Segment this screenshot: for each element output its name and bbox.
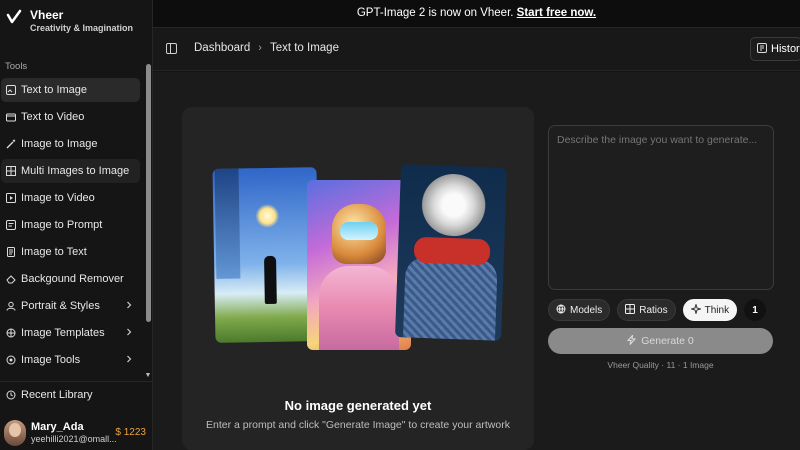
preview-card: No image generated yet Enter a prompt an… [182,107,534,450]
page-header: Dashboard › Text to Image History [153,27,800,71]
sidebar-item-text-to-image[interactable]: Text to Image [1,78,140,102]
breadcrumb-current: Text to Image [269,42,339,54]
sidebar-scrollbar[interactable]: ▼ [144,62,152,380]
user-name: Mary_Ada [31,421,84,433]
sidebar-toggle-icon[interactable] [166,43,177,54]
banner-text: GPT-Image 2 is now on Vheer. [356,7,517,19]
sample-image-bouquet [395,164,507,341]
chevron-right-icon [124,300,134,310]
ratio-grid-icon [625,303,636,317]
sidebar-item-portrait-styles[interactable]: Portrait & Styles [1,294,140,318]
ratios-label: Ratios [639,304,668,316]
user-profile[interactable]: Mary_Ada yeehilli2021@omall... $ 1223 [4,419,152,447]
start-free-link[interactable]: Start free now. [517,7,596,19]
breadcrumb-dashboard[interactable]: Dashboard [194,42,250,54]
sidebar-divider [0,381,153,382]
vheer-logo-icon [6,9,24,31]
avatar [4,420,26,446]
sidebar-item-image-templates[interactable]: Image Templates [1,321,140,345]
sidebar-item-text-to-video[interactable]: Text to Video [1,105,140,129]
think-label: Think [704,304,730,316]
sidebar-item-label: Image Tools [21,354,81,366]
sidebar-item-image-to-text[interactable]: Image to Text [1,240,140,264]
brand[interactable]: Vheer Creativity & Imagination [6,9,133,34]
history-label: History [771,43,800,55]
sidebar-item-label: Image to Image [21,138,98,150]
tools-icon [6,355,16,365]
tools-section-label: Tools [5,61,28,72]
options-row: Models Ratios Think 1 [548,299,767,321]
credits-badge: $ 1223 [115,427,146,438]
chevron-right-icon [124,327,134,337]
template-icon [6,328,16,338]
globe-icon [556,304,566,317]
sidebar-item-label: Image to Prompt [21,219,103,231]
generate-button[interactable]: Generate 0 [548,328,773,354]
quality-info: Vheer Quality · 11 · 1 Image [607,360,714,370]
sidebar: Vheer Creativity & Imagination Tools Tex… [0,0,153,450]
recent-library-label: Recent Library [21,389,93,401]
magic-wand-icon [6,139,16,149]
ratios-button[interactable]: Ratios [617,299,676,321]
sparkle-icon [689,302,702,317]
sidebar-item-label: Portrait & Styles [21,300,100,312]
scrollbar-thumb[interactable] [146,64,151,322]
film-icon [6,193,16,203]
image-count-selector[interactable]: 1 [744,299,767,321]
main-content: No image generated yet Enter a prompt an… [153,72,800,450]
tools-nav: Text to Image Text to Video Image to Ima… [0,78,140,375]
prompt-icon [6,220,16,230]
history-icon [757,42,767,56]
document-icon [6,247,16,257]
eraser-icon [6,274,16,284]
lightning-icon [627,333,637,348]
user-email: yeehilli2021@omall... [31,434,117,444]
chevron-right-icon [124,354,134,364]
recent-library-link[interactable]: Recent Library [6,389,93,401]
scroll-down-arrow-icon[interactable]: ▼ [144,372,152,380]
sidebar-item-label: Image to Video [21,192,95,204]
empty-state-title: No image generated yet [284,398,432,413]
sidebar-item-image-to-video[interactable]: Image to Video [1,186,140,210]
history-button[interactable]: History [750,37,800,61]
sidebar-item-image-to-prompt[interactable]: Image to Prompt [1,213,140,237]
sidebar-item-multi-images-to-image[interactable]: Multi Images to Image [1,159,140,183]
portrait-icon [6,301,16,311]
sidebar-item-background-remover[interactable]: Backgound Remover [1,267,140,291]
sidebar-item-label: Text to Video [21,111,85,123]
breadcrumb-chevron-icon: › [258,42,262,54]
sidebar-item-label: Backgound Remover [21,273,124,285]
sidebar-item-image-tools[interactable]: Image Tools [1,348,140,372]
sidebar-item-label: Text to Image [21,84,88,96]
sidebar-item-label: Multi Images to Image [21,165,130,177]
sidebar-item-label: Image Templates [21,327,105,339]
grid-icon [6,166,16,176]
brand-name: Vheer [30,8,64,22]
models-button[interactable]: Models [548,299,611,321]
history-clock-icon [6,390,16,400]
breadcrumb: Dashboard › Text to Image [194,42,339,54]
empty-state-subtitle: Enter a prompt and click "Generate Image… [206,419,510,431]
brand-tagline: Creativity & Imagination [30,23,134,33]
sample-image-man-city [212,167,320,343]
announcement-banner: GPT-Image 2 is now on Vheer. Start free … [153,0,800,27]
image-edit-icon [6,85,16,95]
sidebar-item-image-to-image[interactable]: Image to Image [1,132,140,156]
generate-label: Generate 0 [641,335,694,347]
prompt-input[interactable] [548,125,774,290]
sidebar-item-label: Image to Text [21,246,87,258]
video-icon [6,112,16,122]
think-toggle[interactable]: Think [682,299,738,321]
models-label: Models [570,304,603,316]
